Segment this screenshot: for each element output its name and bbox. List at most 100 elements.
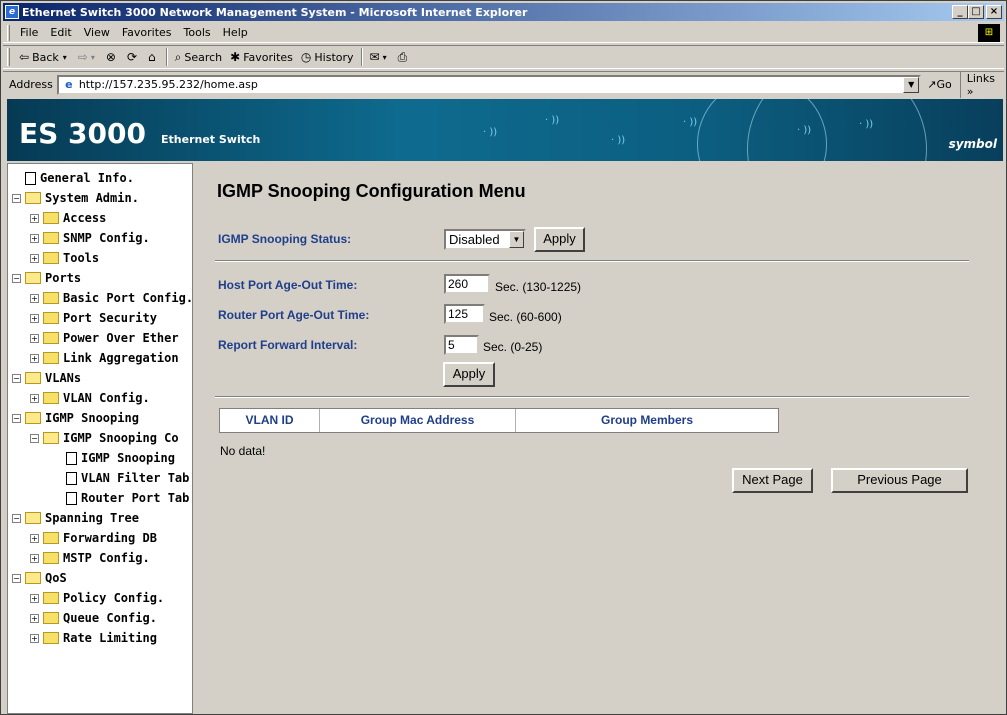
window-title: Ethernet Switch 3000 Network Management … bbox=[22, 5, 528, 19]
collapse-icon[interactable]: − bbox=[30, 433, 39, 443]
title-bar: e Ethernet Switch 3000 Network Managemen… bbox=[3, 3, 1004, 21]
collapse-icon[interactable]: − bbox=[12, 513, 21, 523]
close-button[interactable]: × bbox=[986, 5, 1002, 19]
menu-tools[interactable]: Tools bbox=[178, 26, 217, 39]
links-button[interactable]: Links » bbox=[959, 71, 1004, 98]
tree-node[interactable]: − System Admin. bbox=[8, 188, 192, 208]
host-port-ageout-range: Sec. (130-1225) bbox=[495, 280, 582, 294]
tree-node-label: Port Security bbox=[63, 311, 157, 325]
expand-icon[interactable]: + bbox=[30, 293, 39, 303]
folder-icon bbox=[43, 252, 59, 264]
expand-icon[interactable]: + bbox=[30, 233, 39, 243]
tree-node[interactable]: + Port Security bbox=[8, 308, 192, 328]
expand-icon[interactable]: + bbox=[30, 593, 39, 603]
report-forward-interval-input[interactable]: 5 bbox=[444, 335, 479, 355]
next-page-button[interactable]: Next Page bbox=[732, 468, 813, 493]
menu-file[interactable]: File bbox=[14, 26, 44, 39]
refresh-button[interactable]: ⟳ bbox=[123, 47, 144, 67]
expand-icon[interactable]: + bbox=[30, 333, 39, 343]
expand-icon[interactable]: + bbox=[30, 353, 39, 363]
tree-node[interactable]: IGMP Snooping bbox=[8, 448, 192, 468]
tree-node[interactable]: − IGMP Snooping bbox=[8, 408, 192, 428]
expand-icon[interactable]: + bbox=[30, 213, 39, 223]
tree-node[interactable]: + Link Aggregation bbox=[8, 348, 192, 368]
router-port-ageout-range: Sec. (60-600) bbox=[489, 310, 562, 324]
expand-icon[interactable]: + bbox=[30, 253, 39, 263]
expand-icon[interactable]: + bbox=[30, 633, 39, 643]
menu-view[interactable]: View bbox=[78, 26, 116, 39]
tree-node[interactable]: + Queue Config. bbox=[8, 608, 192, 628]
tree-node[interactable]: VLAN Filter Tab bbox=[8, 468, 192, 488]
host-port-ageout-label: Host Port Age-Out Time: bbox=[218, 278, 358, 292]
tree-node[interactable]: − Spanning Tree bbox=[8, 508, 192, 528]
tree-node[interactable]: General Info. bbox=[8, 168, 192, 188]
expand-icon[interactable]: + bbox=[30, 553, 39, 563]
tree-node[interactable]: − VLANs bbox=[8, 368, 192, 388]
address-dropdown[interactable]: ▼ bbox=[903, 76, 920, 93]
search-button[interactable]: ⌕ Search bbox=[171, 47, 227, 67]
favorites-button[interactable]: ✱ Favorites bbox=[226, 47, 297, 67]
tree-node-label: IGMP Snooping bbox=[81, 451, 175, 465]
go-button[interactable]: ↗Go bbox=[927, 78, 951, 91]
collapse-icon[interactable]: − bbox=[12, 573, 21, 583]
tree-node[interactable]: Router Port Tab bbox=[8, 488, 192, 508]
collapse-icon[interactable]: − bbox=[12, 273, 21, 283]
menu-help[interactable]: Help bbox=[217, 26, 254, 39]
no-data-message: No data! bbox=[220, 444, 266, 458]
page-icon bbox=[66, 451, 77, 465]
tree-node[interactable]: − IGMP Snooping Co bbox=[8, 428, 192, 448]
back-button[interactable]: ⇦ Back ▾ bbox=[15, 47, 74, 67]
expand-icon[interactable]: + bbox=[30, 533, 39, 543]
tree-node[interactable]: + Tools bbox=[8, 248, 192, 268]
menu-edit[interactable]: Edit bbox=[44, 26, 77, 39]
tree-node[interactable]: − QoS bbox=[8, 568, 192, 588]
host-port-ageout-input[interactable]: 260 bbox=[444, 274, 490, 294]
menu-favorites[interactable]: Favorites bbox=[116, 26, 178, 39]
apply-status-button[interactable]: Apply bbox=[534, 227, 585, 252]
divider bbox=[215, 260, 969, 262]
expand-icon[interactable]: + bbox=[30, 393, 39, 403]
collapse-icon[interactable]: − bbox=[12, 373, 21, 383]
print-button[interactable]: ⎙ bbox=[394, 47, 415, 67]
snooping-status-select[interactable]: Disabled ▼ bbox=[444, 229, 526, 250]
stop-icon: ⊗ bbox=[105, 50, 116, 64]
folder-icon bbox=[43, 552, 59, 564]
tree-node[interactable]: + Access bbox=[8, 208, 192, 228]
tree-node[interactable]: + Power Over Ether bbox=[8, 328, 192, 348]
router-port-ageout-input[interactable]: 125 bbox=[444, 304, 485, 324]
folder-icon bbox=[43, 632, 59, 644]
tree-node[interactable]: + Rate Limiting bbox=[8, 628, 192, 648]
address-input[interactable]: e http://157.235.95.232/home.asp ▼ bbox=[56, 74, 922, 95]
tree-node-label: VLAN Config. bbox=[63, 391, 150, 405]
tree-node[interactable]: + VLAN Config. bbox=[8, 388, 192, 408]
history-button[interactable]: ◷ History bbox=[297, 47, 358, 67]
chevron-down-icon: ▾ bbox=[62, 52, 67, 62]
forward-button[interactable]: ⇨ ▾ bbox=[74, 47, 102, 67]
tree-node[interactable]: + SNMP Config. bbox=[8, 228, 192, 248]
previous-page-button[interactable]: Previous Page bbox=[831, 468, 968, 493]
open-folder-icon bbox=[25, 412, 41, 424]
collapse-icon[interactable]: − bbox=[12, 413, 21, 423]
stop-button[interactable]: ⊗ bbox=[102, 47, 123, 67]
mail-button[interactable]: ✉ ▾ bbox=[366, 47, 394, 67]
tree-node[interactable]: + Forwarding DB bbox=[8, 528, 192, 548]
minimize-button[interactable]: _ bbox=[952, 5, 968, 19]
column-group-members: Group Members bbox=[600, 413, 693, 427]
home-button[interactable]: ⌂ bbox=[144, 47, 163, 67]
tree-node[interactable]: + Basic Port Config. bbox=[8, 288, 192, 308]
maximize-button[interactable]: □ bbox=[968, 5, 984, 19]
menu-grip bbox=[7, 24, 10, 41]
tree-node[interactable]: + Policy Config. bbox=[8, 588, 192, 608]
standard-toolbar: ⇦ Back ▾ ⇨ ▾ ⊗ ⟳ ⌂ ⌕ Search ✱ Favorites ◷ Hist… bbox=[3, 45, 1004, 69]
header-banner: · )) · )) · )) · )) · )) · )) ES 3000 Et… bbox=[7, 99, 1003, 161]
apply-timers-button[interactable]: Apply bbox=[443, 362, 495, 387]
tree-node-label: General Info. bbox=[40, 171, 134, 185]
collapse-icon[interactable]: − bbox=[12, 193, 21, 203]
divider bbox=[215, 396, 969, 398]
page-icon bbox=[25, 171, 36, 185]
expand-icon[interactable]: + bbox=[30, 313, 39, 323]
page-icon bbox=[66, 471, 77, 485]
expand-icon[interactable]: + bbox=[30, 613, 39, 623]
tree-node[interactable]: − Ports bbox=[8, 268, 192, 288]
tree-node[interactable]: + MSTP Config. bbox=[8, 548, 192, 568]
